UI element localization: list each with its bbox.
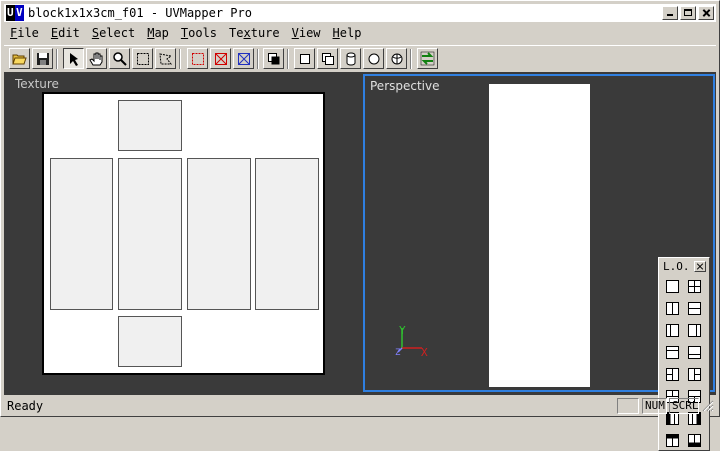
layout-single-icon[interactable] bbox=[662, 276, 682, 296]
close-button[interactable] bbox=[698, 6, 714, 20]
uv-face-front[interactable] bbox=[118, 158, 182, 310]
app-window: U V block1x1x3cm_f01 - UVMapper Pro File… bbox=[0, 0, 720, 451]
hemisphere-view-icon[interactable] bbox=[386, 48, 407, 69]
uv-face-top[interactable] bbox=[118, 100, 182, 151]
workspace: Texture Perspective Y X Z L.O. bbox=[4, 72, 716, 451]
rect-select-icon[interactable] bbox=[132, 48, 153, 69]
uv-face-right[interactable] bbox=[187, 158, 251, 310]
layout-panel: L.O. bbox=[658, 257, 710, 451]
box-view-icon[interactable] bbox=[294, 48, 315, 69]
layout-bottom-dark-icon[interactable] bbox=[684, 430, 704, 450]
texture-canvas[interactable] bbox=[42, 92, 325, 375]
layout-hsplit-icon[interactable] bbox=[684, 298, 704, 318]
layout-top-narrow-icon[interactable] bbox=[662, 342, 682, 362]
toolbar-separator bbox=[56, 49, 58, 69]
save-icon[interactable] bbox=[32, 48, 53, 69]
uvmapper-app-icon[interactable]: U V bbox=[6, 5, 24, 21]
layout-bottom-narrow-icon[interactable] bbox=[684, 342, 704, 362]
select-red-icon[interactable] bbox=[187, 48, 208, 69]
menu-view[interactable]: View bbox=[286, 23, 327, 42]
layout-three-left-icon[interactable] bbox=[662, 364, 682, 384]
layout-panel-close-button[interactable] bbox=[694, 261, 706, 272]
status-caps-indicator bbox=[617, 398, 639, 414]
toolbar-separator bbox=[179, 49, 181, 69]
menu-edit[interactable]: Edit bbox=[45, 23, 86, 42]
perspective-view-label: Perspective bbox=[370, 79, 440, 93]
copy-icon[interactable] bbox=[263, 48, 284, 69]
menu-texture[interactable]: Texture bbox=[223, 23, 286, 42]
deselect-red-icon[interactable] bbox=[210, 48, 231, 69]
layout-top-dark-icon[interactable] bbox=[662, 430, 682, 450]
menu-help[interactable]: Help bbox=[327, 23, 368, 42]
toolbar-separator bbox=[410, 49, 412, 69]
main-toolbar bbox=[4, 45, 716, 73]
select-arrow-icon[interactable] bbox=[63, 48, 84, 69]
minimize-button[interactable] bbox=[662, 6, 678, 20]
layout-panel-titlebar[interactable]: L.O. bbox=[661, 260, 707, 273]
layout-right-narrow-icon[interactable] bbox=[684, 320, 704, 340]
axis-z-label: Z bbox=[395, 348, 401, 358]
axis-y-label: Y bbox=[399, 324, 406, 337]
cylinder-view-icon[interactable] bbox=[340, 48, 361, 69]
zoom-icon[interactable] bbox=[109, 48, 130, 69]
menu-bar: File Edit Select Map Tools Texture View … bbox=[4, 23, 716, 42]
toolbar-separator bbox=[287, 49, 289, 69]
window-title: block1x1x3cm_f01 - UVMapper Pro bbox=[28, 6, 252, 20]
menu-select[interactable]: Select bbox=[86, 23, 141, 42]
texture-view-label: Texture bbox=[15, 77, 59, 91]
menu-map[interactable]: Map bbox=[141, 23, 175, 42]
layout-left-narrow-icon[interactable] bbox=[662, 320, 682, 340]
toolbar-separator bbox=[257, 49, 259, 69]
menu-file[interactable]: File bbox=[4, 23, 45, 42]
title-bar[interactable]: U V block1x1x3cm_f01 - UVMapper Pro bbox=[4, 4, 716, 22]
uv-face-bottom[interactable] bbox=[118, 316, 182, 367]
open-folder-icon[interactable] bbox=[9, 48, 30, 69]
status-text: Ready bbox=[7, 399, 44, 413]
perspective-block-model[interactable] bbox=[489, 84, 590, 387]
layout-quad-icon[interactable] bbox=[684, 276, 704, 296]
status-bar: Ready NUM SCRL bbox=[4, 397, 716, 415]
two-box-view-icon[interactable] bbox=[317, 48, 338, 69]
menu-tools[interactable]: Tools bbox=[175, 23, 223, 42]
layout-three-right-icon[interactable] bbox=[684, 364, 704, 384]
maximize-button[interactable] bbox=[680, 6, 696, 20]
status-num-indicator: NUM bbox=[642, 398, 667, 414]
pan-hand-icon[interactable] bbox=[86, 48, 107, 69]
swap-green-icon[interactable] bbox=[417, 48, 438, 69]
axis-x-label: X bbox=[421, 346, 428, 359]
uv-face-back[interactable] bbox=[255, 158, 319, 310]
uv-face-left[interactable] bbox=[50, 158, 113, 310]
sphere-view-icon[interactable] bbox=[363, 48, 384, 69]
lasso-select-icon[interactable] bbox=[155, 48, 176, 69]
status-scrl-indicator: SCRL bbox=[669, 398, 699, 414]
layout-vsplit-icon[interactable] bbox=[662, 298, 682, 318]
deselect-blue-icon[interactable] bbox=[233, 48, 254, 69]
resize-grip-icon[interactable] bbox=[702, 400, 714, 412]
